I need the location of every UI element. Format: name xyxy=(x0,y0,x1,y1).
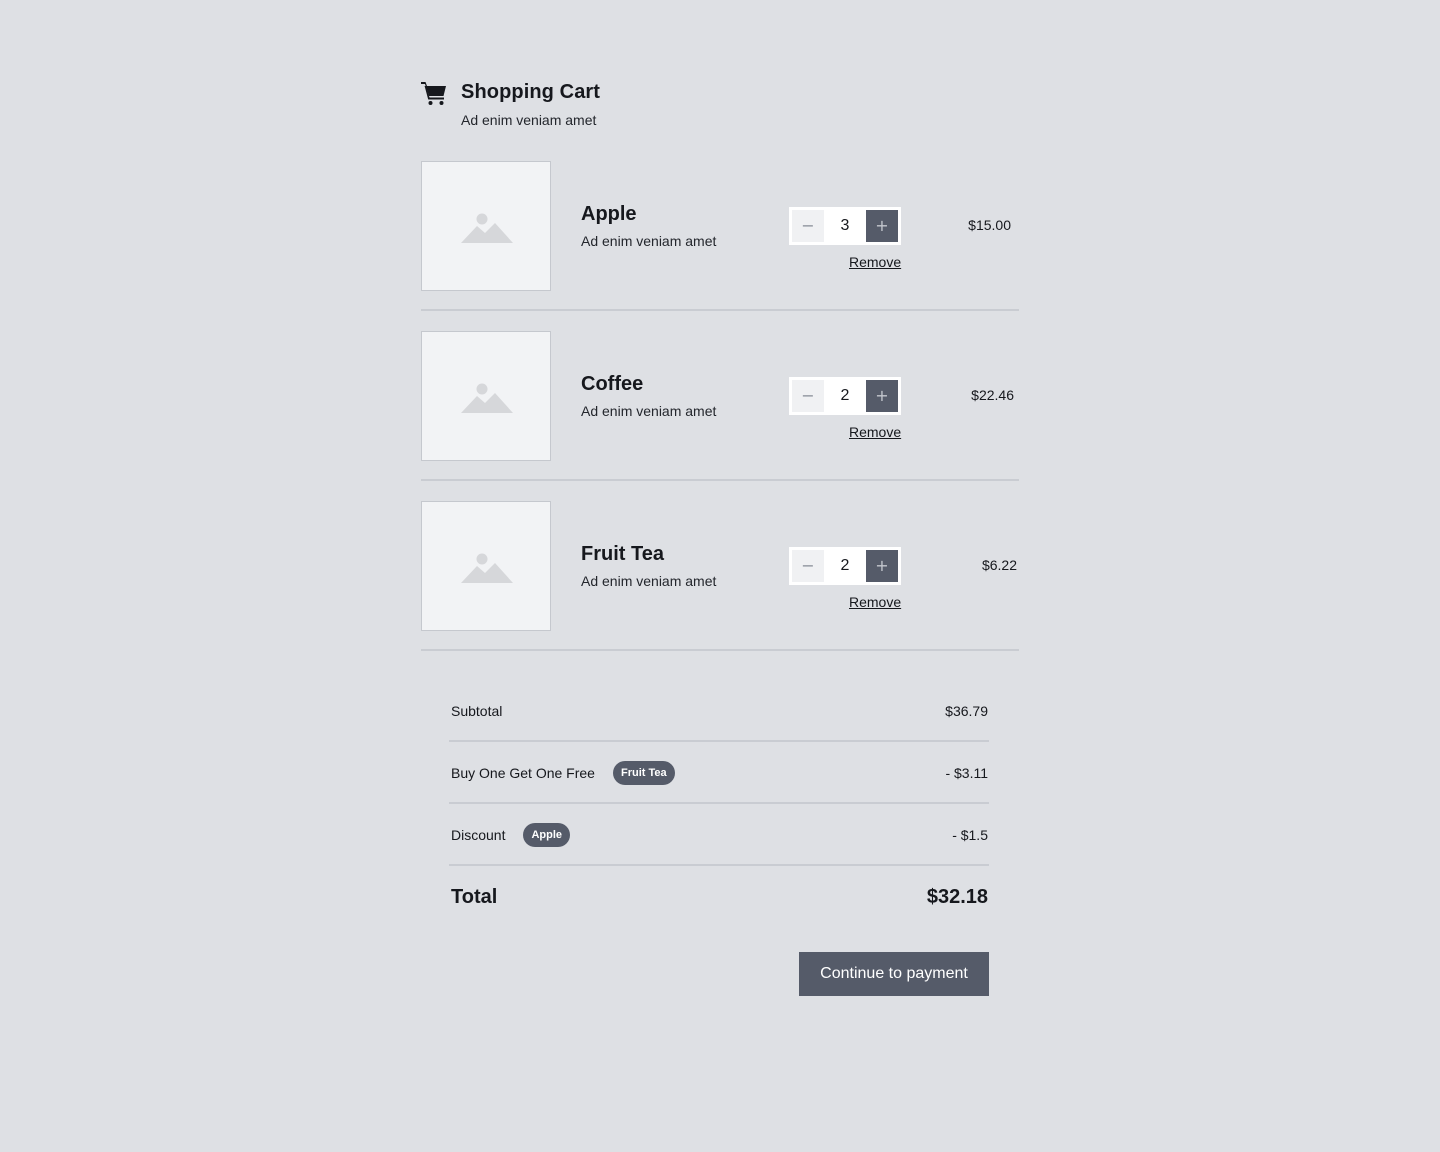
product-description: Ad enim veniam amet xyxy=(581,233,717,249)
cart-item-apple: Apple Ad enim veniam amet − + Remove $15… xyxy=(421,161,1019,311)
product-name: Fruit Tea xyxy=(581,543,664,565)
decrement-button[interactable]: − xyxy=(792,380,824,412)
bogo-label-group: Buy One Get One Free Fruit Tea xyxy=(451,761,675,786)
remove-link[interactable]: Remove xyxy=(849,593,901,611)
page-title: Shopping Cart xyxy=(461,81,601,103)
shopping-cart-icon xyxy=(421,82,446,105)
order-summary: Subtotal $36.79 Buy One Get One Free Frui… xyxy=(449,680,989,928)
increment-button[interactable]: + xyxy=(866,210,898,242)
discount-row: Discount Apple - $1.5 xyxy=(449,804,989,866)
product-name: Coffee xyxy=(581,373,644,395)
bogo-value: - $3.11 xyxy=(945,765,988,781)
quantity-stepper: − + xyxy=(789,207,901,245)
total-label: Total xyxy=(451,886,498,908)
quantity-input[interactable] xyxy=(824,210,866,242)
discount-label-group: Discount Apple xyxy=(451,823,571,848)
remove-link[interactable]: Remove xyxy=(849,253,901,271)
discount-value: - $1.5 xyxy=(952,827,988,843)
remove-link[interactable]: Remove xyxy=(849,423,901,441)
subtotal-label: Subtotal xyxy=(451,703,503,719)
quantity-input[interactable] xyxy=(824,380,866,412)
bogo-label: Buy One Get One Free xyxy=(451,765,595,781)
quantity-stepper: − + xyxy=(789,547,901,585)
increment-button[interactable]: + xyxy=(866,550,898,582)
decrement-button[interactable]: − xyxy=(792,210,824,242)
subtotal-value: $36.79 xyxy=(945,703,988,719)
page-subtitle: Ad enim veniam amet xyxy=(461,112,597,128)
cart-header: Shopping Cart Ad enim veniam amet xyxy=(421,78,1019,138)
cart-item-coffee: Coffee Ad enim veniam amet − + Remove $2… xyxy=(421,311,1019,481)
image-placeholder-icon xyxy=(461,213,513,243)
discount-label: Discount xyxy=(451,827,506,843)
image-placeholder-icon xyxy=(461,383,513,413)
decrement-button[interactable]: − xyxy=(792,550,824,582)
cart-items: Apple Ad enim veniam amet − + Remove $15… xyxy=(421,161,1019,651)
continue-to-payment-button[interactable]: Continue to payment xyxy=(799,952,989,996)
cart-item-fruit-tea: Fruit Tea Ad enim veniam amet − + Remove… xyxy=(421,481,1019,651)
discount-badge: Apple xyxy=(523,823,571,848)
bogo-row: Buy One Get One Free Fruit Tea - $3.11 xyxy=(449,742,989,804)
quantity-stepper: − + xyxy=(789,377,901,415)
product-thumbnail xyxy=(421,331,551,461)
subtotal-row: Subtotal $36.79 xyxy=(449,680,989,742)
product-name: Apple xyxy=(581,203,637,225)
product-description: Ad enim veniam amet xyxy=(581,403,717,419)
promo-badge: Fruit Tea xyxy=(612,761,675,786)
quantity-input[interactable] xyxy=(824,550,866,582)
total-row: Total $32.18 xyxy=(449,866,989,928)
product-thumbnail xyxy=(421,161,551,291)
product-thumbnail xyxy=(421,501,551,631)
item-price: $6.22 xyxy=(981,557,1017,573)
product-description: Ad enim veniam amet xyxy=(581,573,717,589)
total-value: $32.18 xyxy=(926,886,988,908)
item-price: $15.00 xyxy=(968,217,1011,233)
item-price: $22.46 xyxy=(971,387,1014,403)
image-placeholder-icon xyxy=(461,553,513,583)
increment-button[interactable]: + xyxy=(866,380,898,412)
shopping-cart: Shopping Cart Ad enim veniam amet Apple … xyxy=(421,78,1019,651)
